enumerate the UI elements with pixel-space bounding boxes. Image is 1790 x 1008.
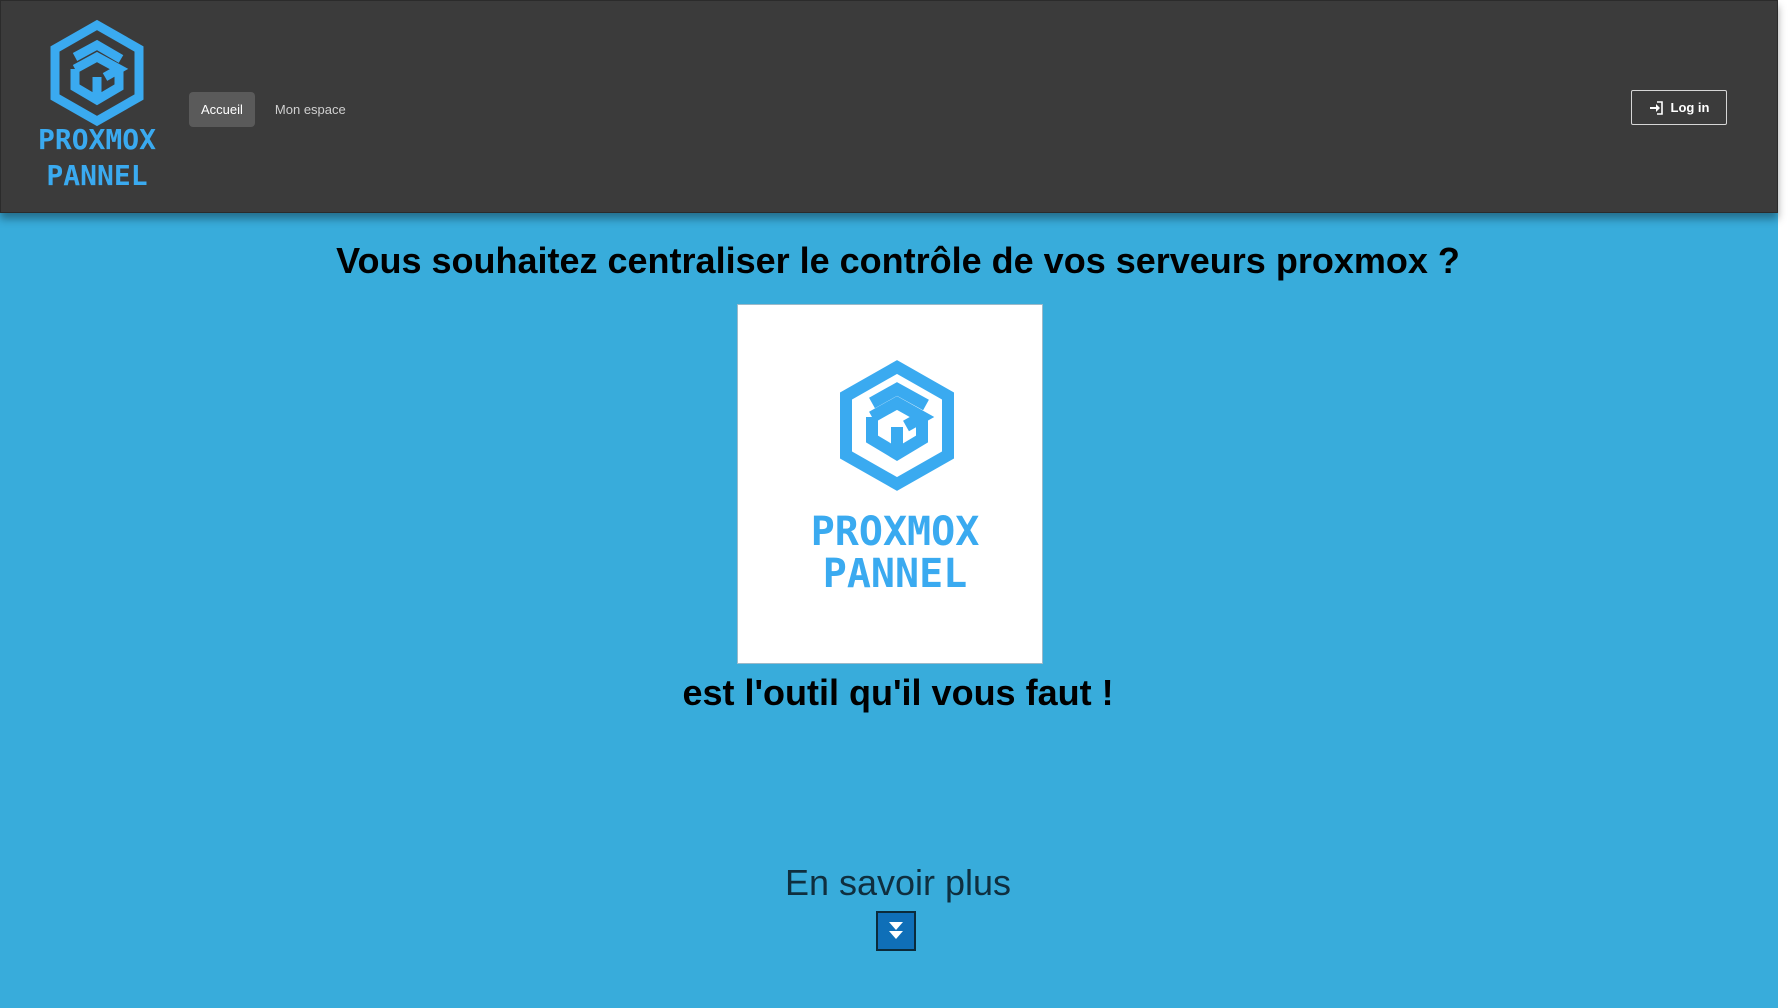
nav-item-mon-espace[interactable]: Mon espace — [263, 92, 358, 127]
brand-line2: PANNEL — [46, 159, 147, 192]
hero-headline: Vous souhaitez centraliser le contrôle d… — [336, 240, 1460, 281]
hero-logo-line2: PANNEL — [823, 551, 968, 597]
navbar: PROXMOX PANNEL Accueil Mon espace Log in — [0, 0, 1778, 213]
main-nav: Accueil Mon espace — [189, 92, 358, 127]
proxmox-pannel-cube-icon: PROXMOX PANNEL — [38, 19, 156, 192]
hero-logo-line1: PROXMOX — [811, 509, 980, 555]
brand-line1: PROXMOX — [38, 123, 156, 156]
sign-in-icon — [1649, 100, 1663, 115]
hero-logo-card: PROXMOX PANNEL — [737, 304, 1043, 664]
learn-more-button[interactable] — [876, 911, 916, 951]
brand-logo[interactable]: PROXMOX PANNEL — [9, 17, 185, 197]
learn-more-label[interactable]: En savoir plus — [0, 862, 1790, 904]
hero-tagline: est l'outil qu'il vous faut ! — [682, 672, 1114, 713]
double-chevron-down-icon — [889, 922, 903, 939]
login-button[interactable]: Log in — [1631, 90, 1727, 125]
nav-item-accueil[interactable]: Accueil — [189, 92, 255, 127]
proxmox-pannel-logo-icon: PROXMOX PANNEL — [811, 360, 980, 597]
login-label: Log in — [1670, 100, 1710, 115]
scrollbar-gutter — [1778, 0, 1790, 1008]
